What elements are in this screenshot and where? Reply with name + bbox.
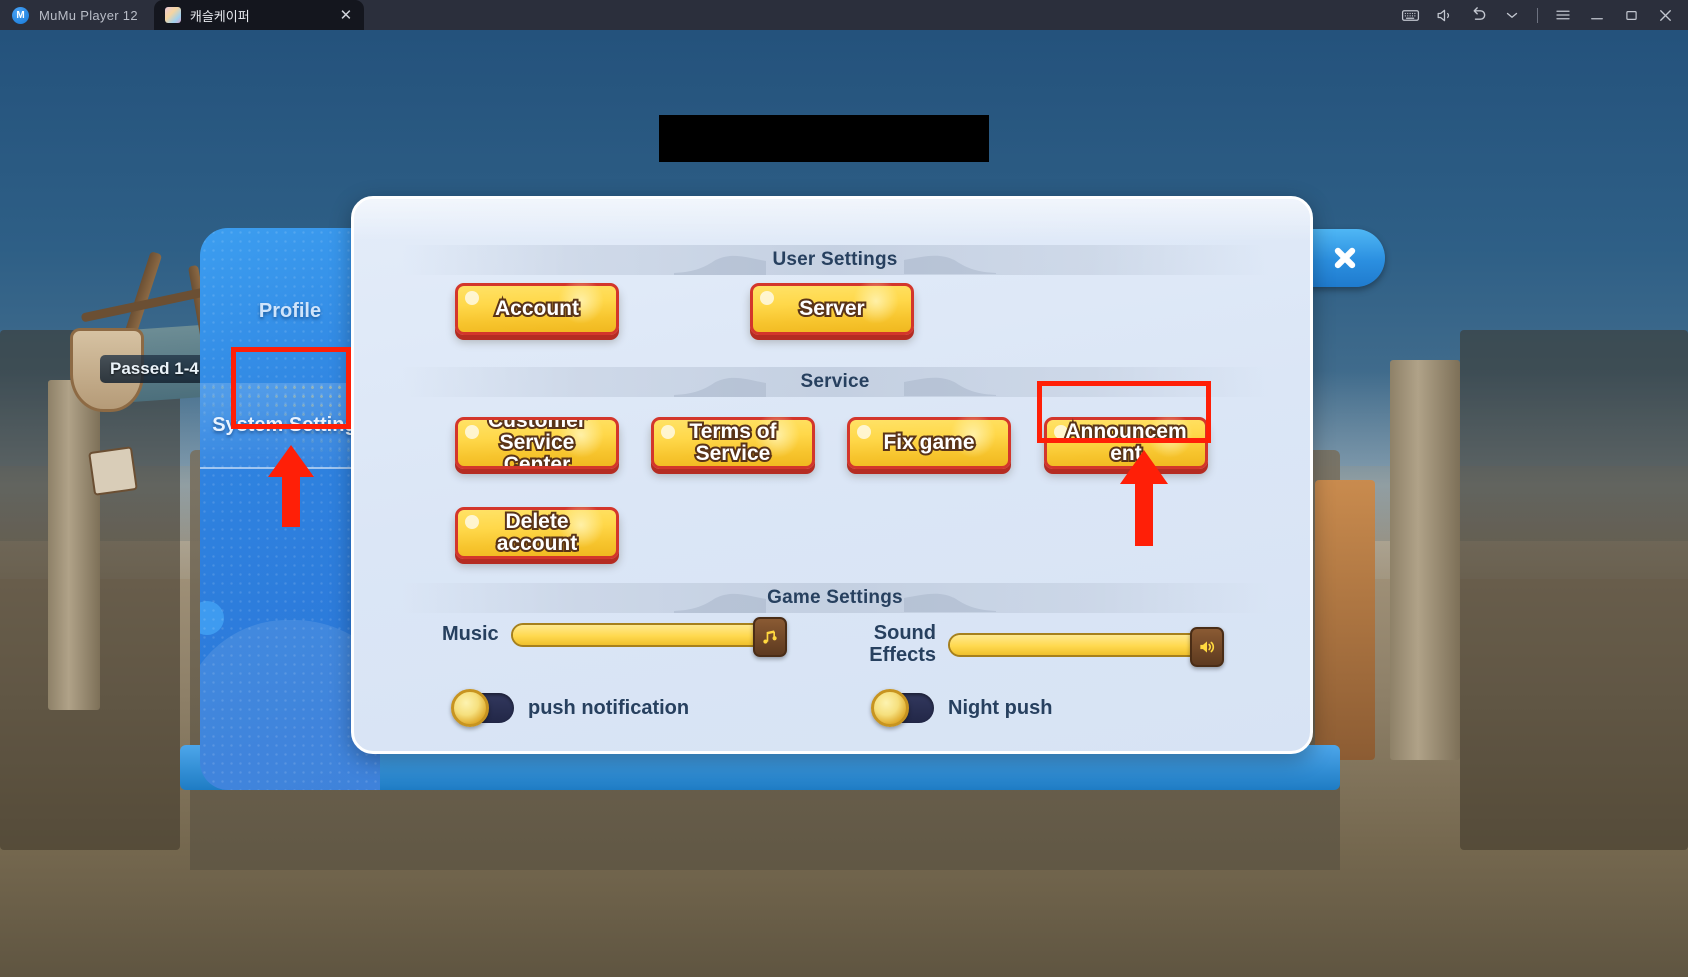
account-button[interactable]: Account [455,278,619,335]
sound-effects-slider-fill [950,634,1204,655]
section-header-game-settings: Game Settings [402,583,1268,613]
section-title: User Settings [772,249,898,270]
night-push-row: Night push [871,689,1053,727]
tab-label: 캐슬케이퍼 [189,8,250,24]
game-icon [164,7,181,23]
account-button-label: Account [493,296,581,322]
fix-game-button[interactable]: Fix game [847,412,1011,469]
music-slider-label: Music [442,623,499,646]
customer-service-center-button[interactable]: Customer Service Center [455,417,619,469]
section-title: Service [800,371,870,392]
back-icon[interactable] [1461,0,1495,30]
music-slider-fill [512,625,767,645]
terms-of-service-button[interactable]: Terms of Service [651,412,815,469]
sidebar-item-system-settings-label: System Settings [212,413,368,436]
keyboard-icon[interactable] [1393,0,1427,30]
game-viewport: Passed 1-4 buil Profile System Settings [0,30,1688,977]
minimize-icon[interactable] [1580,0,1614,30]
push-notification-row: push notification [451,689,690,727]
night-push-toggle-knob [871,689,909,727]
music-slider-handle[interactable] [752,617,787,657]
wave-decor-left [673,589,766,613]
night-push-label: Night push [948,696,1053,719]
wave-decor-left [673,251,766,275]
dialog-close-button[interactable] [1310,229,1385,287]
system-settings-dialog: User Settings Account Server Service Cus… [351,196,1313,754]
menu-icon[interactable] [1546,0,1580,30]
sound-effects-slider-label: Sound Effects [869,622,936,666]
chevron-down-icon[interactable] [1495,0,1529,30]
music-volume-row: Music [442,617,787,657]
tab-close-icon[interactable]: ✕ [338,8,354,23]
push-notification-toggle[interactable] [451,689,514,727]
background-door-right [1315,480,1375,760]
sound-effects-volume-slider[interactable] [948,626,1224,667]
server-button[interactable]: Server [750,278,914,335]
music-volume-slider[interactable] [510,617,787,657]
section-header-user-settings: User Settings [402,245,1268,275]
titlebar-divider [1537,7,1538,23]
section-title: Game Settings [767,587,903,608]
announcement-button-label: Announcem ent [1063,419,1188,466]
sound-effects-volume-row: Sound Effects [858,622,1224,667]
night-push-toggle[interactable] [871,689,934,727]
sidebar-dot-decor [200,601,224,635]
wave-decor-right [904,373,997,397]
cards-icon [88,446,138,496]
background-ruin-right [1460,330,1688,850]
push-notification-label: push notification [528,696,690,719]
emulator-titlebar: MuMu Player 12 캐슬케이퍼 ✕ [0,0,1688,30]
speaker-icon [1200,640,1215,653]
background-pillar-left [48,380,100,710]
announcement-button[interactable]: Announcem ent [1044,412,1208,469]
server-button-label: Server [797,296,866,322]
dialog-top-sheen [354,199,1310,241]
close-x-icon [1334,247,1355,269]
mumu-logo-icon [12,6,29,24]
section-header-service: Service [402,367,1268,397]
delete-account-button[interactable]: Delete account [455,502,619,559]
delete-account-button-label: Delete account [495,509,579,556]
customer-service-center-button-label: Customer Service Center [486,417,588,469]
titlebar-app-group: MuMu Player 12 [0,0,154,30]
fix-game-button-label: Fix game [881,430,976,456]
browser-tab-game[interactable]: 캐슬케이퍼 ✕ [153,0,364,30]
redacted-region [659,115,989,162]
wave-decor-right [904,251,997,275]
close-icon[interactable] [1648,0,1682,30]
sidebar-item-profile-label: Profile [258,299,322,322]
push-notification-toggle-knob [451,689,489,727]
app-title: MuMu Player 12 [39,7,138,23]
titlebar-controls [1393,0,1688,30]
wave-decor-left [673,373,766,397]
volume-icon[interactable] [1427,0,1461,30]
sound-effects-slider-handle[interactable] [1190,626,1224,667]
wave-decor-right [904,589,997,613]
terms-of-service-button-label: Terms of Service [687,419,778,466]
background-pillar-right [1390,360,1460,760]
maximize-icon[interactable] [1614,0,1648,30]
music-note-icon [763,630,777,644]
